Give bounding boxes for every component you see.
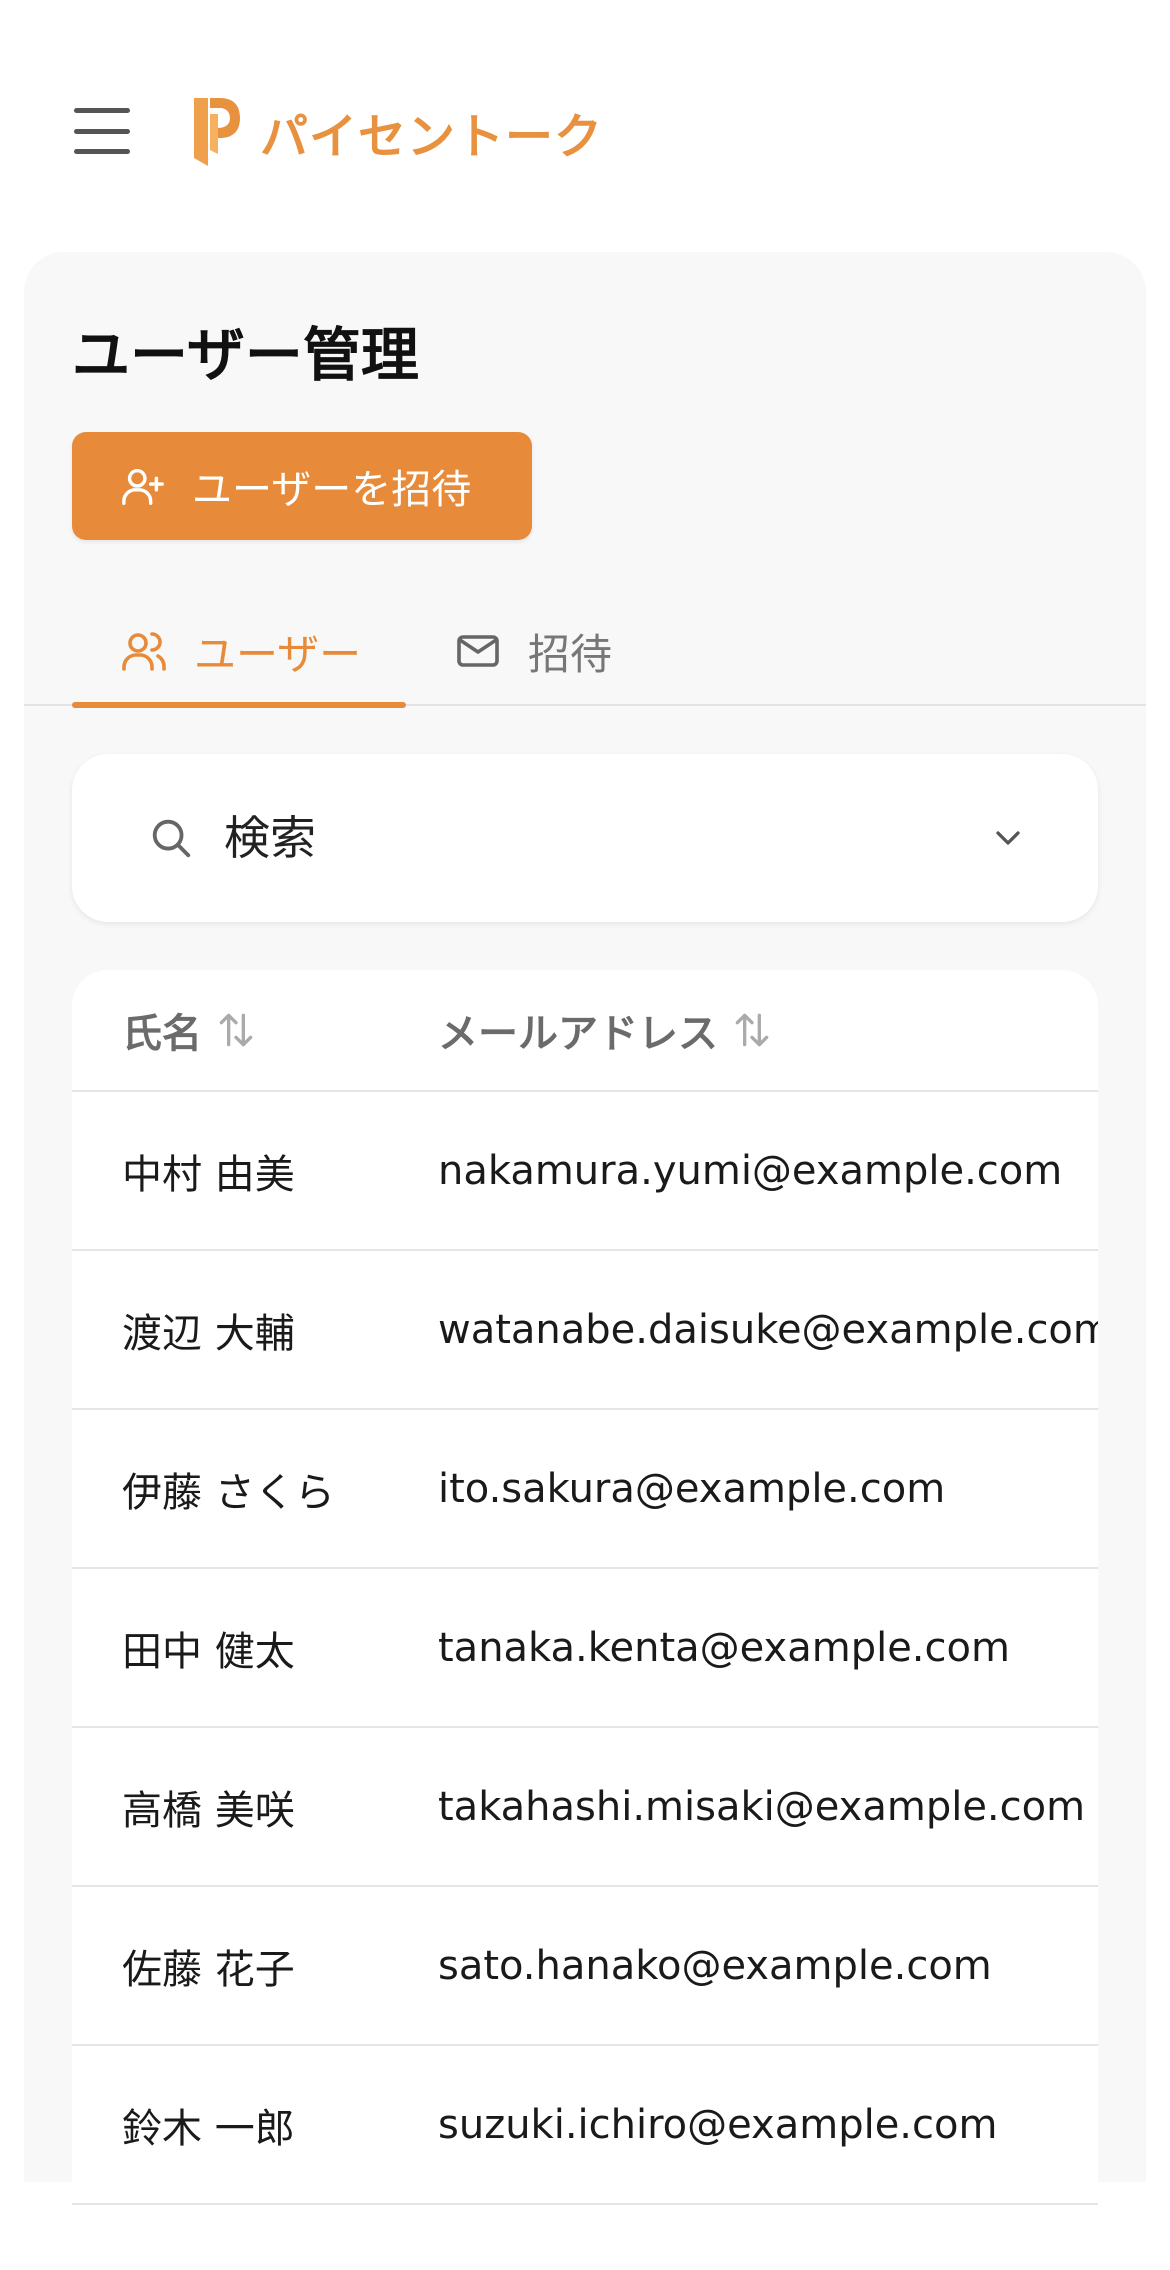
invite-user-button[interactable]: ユーザーを招待 <box>72 432 532 540</box>
tab-users-label: ユーザー <box>194 629 362 679</box>
user-name: 佐藤 花子 <box>122 1946 295 1993</box>
table-row[interactable]: 伊藤 さくら ito.sakura@example.com <box>72 1410 1098 1569</box>
sort-icon <box>219 1013 253 1047</box>
chevron-down-icon[interactable] <box>988 818 1028 858</box>
table-row[interactable]: 高橋 美咲 takahashi.misaki@example.com <box>72 1728 1098 1887</box>
table-row[interactable]: 佐藤 花子 sato.hanako@example.com <box>72 1887 1098 2046</box>
column-header-email[interactable]: メールアドレス <box>438 1001 774 1059</box>
user-email: takahashi.misaki@example.com <box>438 1783 1086 1830</box>
search-bar[interactable] <box>72 754 1098 922</box>
hamburger-menu-icon[interactable] <box>74 108 130 154</box>
page-title: ユーザー管理 <box>72 321 419 389</box>
tab-invites[interactable]: 招待 <box>454 596 612 706</box>
column-header-email-label: メールアドレス <box>438 1011 718 1057</box>
user-email: watanabe.daisuke@example.com <box>438 1306 1098 1353</box>
user-email: suzuki.ichiro@example.com <box>438 2101 998 2148</box>
user-name: 渡辺 大輔 <box>122 1310 295 1357</box>
table-row[interactable]: 渡辺 大輔 watanabe.daisuke@example.com <box>72 1251 1098 1410</box>
tab-invites-label: 招待 <box>528 629 613 679</box>
user-email: ito.sakura@example.com <box>438 1465 946 1512</box>
user-name: 高橋 美咲 <box>122 1787 295 1834</box>
logo-mark-icon <box>194 98 240 166</box>
user-name: 伊藤 さくら <box>122 1469 335 1516</box>
user-email: tanaka.kenta@example.com <box>438 1624 1010 1671</box>
tab-bar: ユーザー 招待 <box>24 596 1146 708</box>
app-header: パイセントーク <box>0 0 1170 252</box>
user-name: 中村 由美 <box>122 1151 295 1198</box>
table-header: 氏名 メールアドレス <box>72 970 1098 1092</box>
table-row[interactable]: 中村 由美 nakamura.yumi@example.com <box>72 1092 1098 1251</box>
user-email: sato.hanako@example.com <box>438 1942 992 1989</box>
search-icon <box>152 819 191 858</box>
invite-user-button-label: ユーザーを招待 <box>192 467 472 513</box>
search-input[interactable] <box>222 810 988 866</box>
mail-icon <box>457 635 499 667</box>
sort-icon <box>735 1013 769 1047</box>
column-header-name[interactable]: 氏名 <box>122 1001 258 1059</box>
user-email: nakamura.yumi@example.com <box>438 1147 1063 1194</box>
table-row[interactable]: 鈴木 一郎 suzuki.ichiro@example.com <box>72 2046 1098 2205</box>
column-header-name-label: 氏名 <box>122 1011 202 1057</box>
user-name: 鈴木 一郎 <box>122 2105 295 2152</box>
user-name: 田中 健太 <box>122 1628 295 1675</box>
user-plus-icon <box>122 468 164 505</box>
brand-logo[interactable]: パイセントーク <box>190 92 603 172</box>
tab-users[interactable]: ユーザー <box>72 596 406 708</box>
table-row[interactable]: 田中 健太 tanaka.kenta@example.com <box>72 1569 1098 1728</box>
users-table: 氏名 メールアドレス 中村 由美 nakamura.yumi@example.c… <box>72 970 1098 2270</box>
user-management-card: ユーザー管理 ユーザーを招待 ユーザー 招待 検索 氏名 メールアドレス 中村 … <box>24 252 1146 2270</box>
users-icon <box>122 632 166 671</box>
brand-name: パイセントーク <box>260 109 604 165</box>
